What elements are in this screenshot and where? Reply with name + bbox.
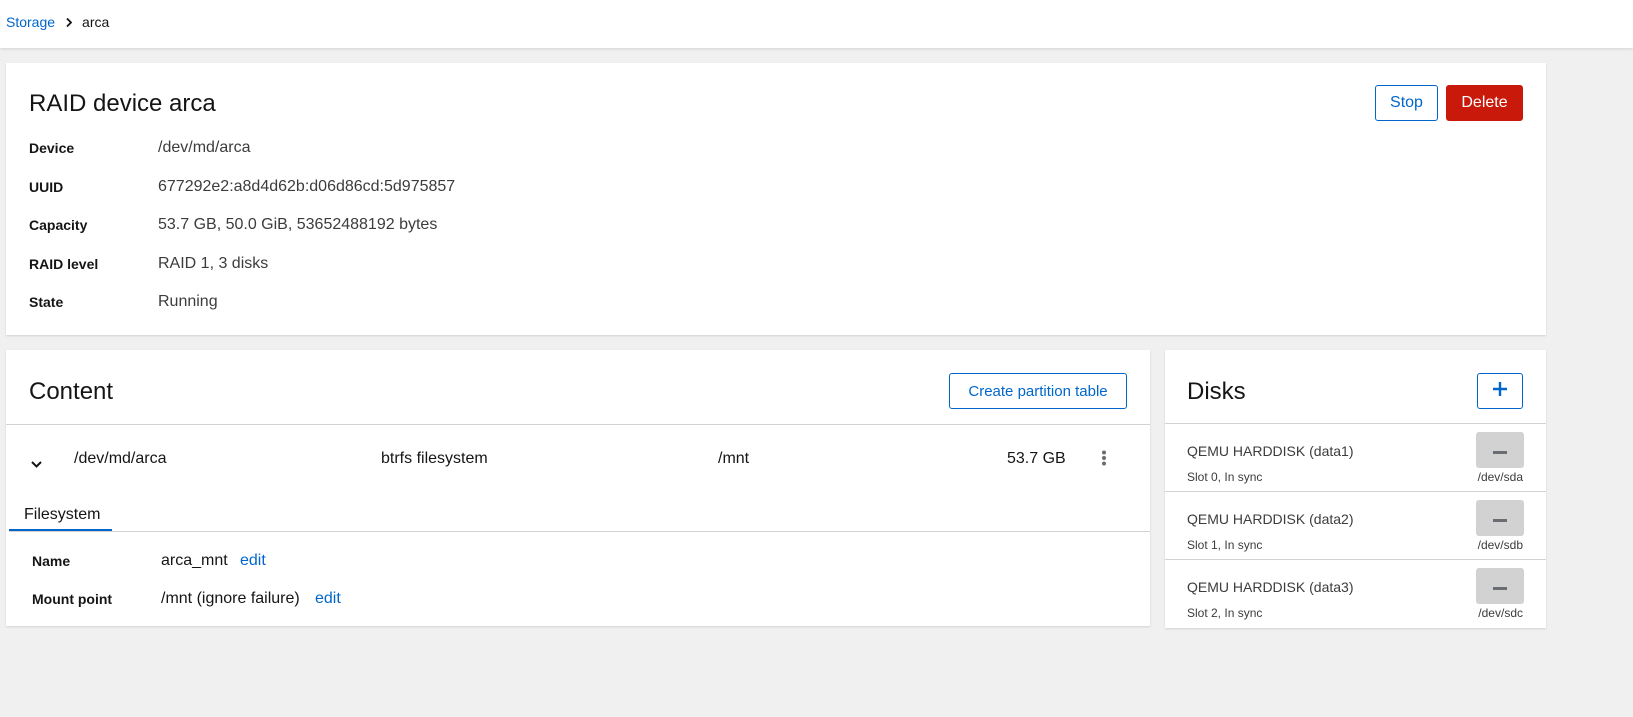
remove-disk-button[interactable]	[1476, 500, 1524, 536]
disk-device: /dev/sdc	[1478, 606, 1523, 620]
raid-device-card: RAID device arca Stop Delete Device /dev…	[6, 63, 1546, 335]
disk-status: Slot 0, In sync	[1187, 470, 1263, 484]
mount-point-edit-link[interactable]: edit	[315, 590, 341, 608]
page-title: RAID device arca	[29, 90, 216, 117]
device-value: /dev/md/arca	[158, 139, 251, 156]
list-item: QEMU HARDDISK (data1) Slot 0, In sync /d…	[1165, 424, 1546, 492]
tab-filesystem[interactable]: Filesystem	[24, 506, 100, 524]
plus-icon	[1493, 381, 1507, 401]
top-bar: Storage arca	[0, 0, 1633, 48]
minus-icon	[1493, 577, 1507, 595]
content-card: Content Create partition table /dev/md/a…	[6, 350, 1150, 626]
stop-button[interactable]: Stop	[1375, 85, 1438, 121]
disk-name: QEMU HARDDISK (data3)	[1187, 579, 1354, 595]
breadcrumb-storage-link[interactable]: Storage	[6, 14, 55, 30]
remove-disk-button[interactable]	[1476, 568, 1524, 604]
list-item: QEMU HARDDISK (data2) Slot 1, In sync /d…	[1165, 492, 1546, 560]
chevron-right-icon	[66, 17, 73, 27]
breadcrumb: Storage arca	[6, 14, 109, 30]
disk-status: Slot 1, In sync	[1187, 538, 1263, 552]
tab-divider	[9, 531, 1150, 532]
minus-icon	[1493, 441, 1507, 459]
uuid-label: UUID	[29, 179, 64, 195]
content-row[interactable]: /dev/md/arca btrfs filesystem /mnt 53.7 …	[6, 425, 1150, 491]
list-item: QEMU HARDDISK (data3) Slot 2, In sync /d…	[1165, 560, 1546, 628]
content-title: Content	[29, 378, 114, 405]
mount-point-value: /mnt (ignore failure)	[161, 590, 300, 607]
disks-card: Disks QEMU HARDDISK (data1) Slot 0, In s…	[1165, 350, 1546, 628]
content-mount: /mnt	[718, 450, 750, 467]
state-value: Running	[158, 293, 218, 310]
state-label: State	[29, 294, 64, 310]
kebab-menu-icon[interactable]	[1100, 450, 1108, 466]
delete-button[interactable]: Delete	[1446, 85, 1523, 121]
minus-icon	[1493, 509, 1507, 527]
add-disk-button[interactable]	[1477, 373, 1523, 409]
name-value: arca_mnt	[161, 552, 228, 569]
capacity-label: Capacity	[29, 217, 88, 233]
disk-device: /dev/sda	[1477, 470, 1523, 484]
uuid-value: 677292e2:a8d4d62b:d06d86cd:5d975857	[158, 178, 456, 195]
name-edit-link[interactable]: edit	[240, 552, 266, 570]
capacity-value: 53.7 GB, 50.0 GiB, 53652488192 bytes	[158, 216, 438, 233]
raid-level-value: RAID 1, 3 disks	[158, 255, 269, 272]
disk-name: QEMU HARDDISK (data1)	[1187, 443, 1354, 459]
breadcrumb-current: arca	[82, 14, 110, 30]
mount-point-label: Mount point	[32, 591, 113, 607]
content-device: /dev/md/arca	[74, 450, 167, 467]
device-label: Device	[29, 140, 75, 156]
content-size: 53.7 GB	[1007, 450, 1066, 467]
disk-device: /dev/sdb	[1477, 538, 1523, 552]
disk-name: QEMU HARDDISK (data2)	[1187, 511, 1354, 527]
name-label: Name	[32, 553, 71, 569]
disks-title: Disks	[1187, 378, 1246, 405]
chevron-down-icon[interactable]	[31, 455, 42, 473]
disk-status: Slot 2, In sync	[1187, 606, 1263, 620]
remove-disk-button[interactable]	[1476, 432, 1524, 468]
content-type: btrfs filesystem	[381, 450, 488, 467]
raid-level-label: RAID level	[29, 256, 99, 272]
create-partition-table-button[interactable]: Create partition table	[949, 373, 1127, 409]
